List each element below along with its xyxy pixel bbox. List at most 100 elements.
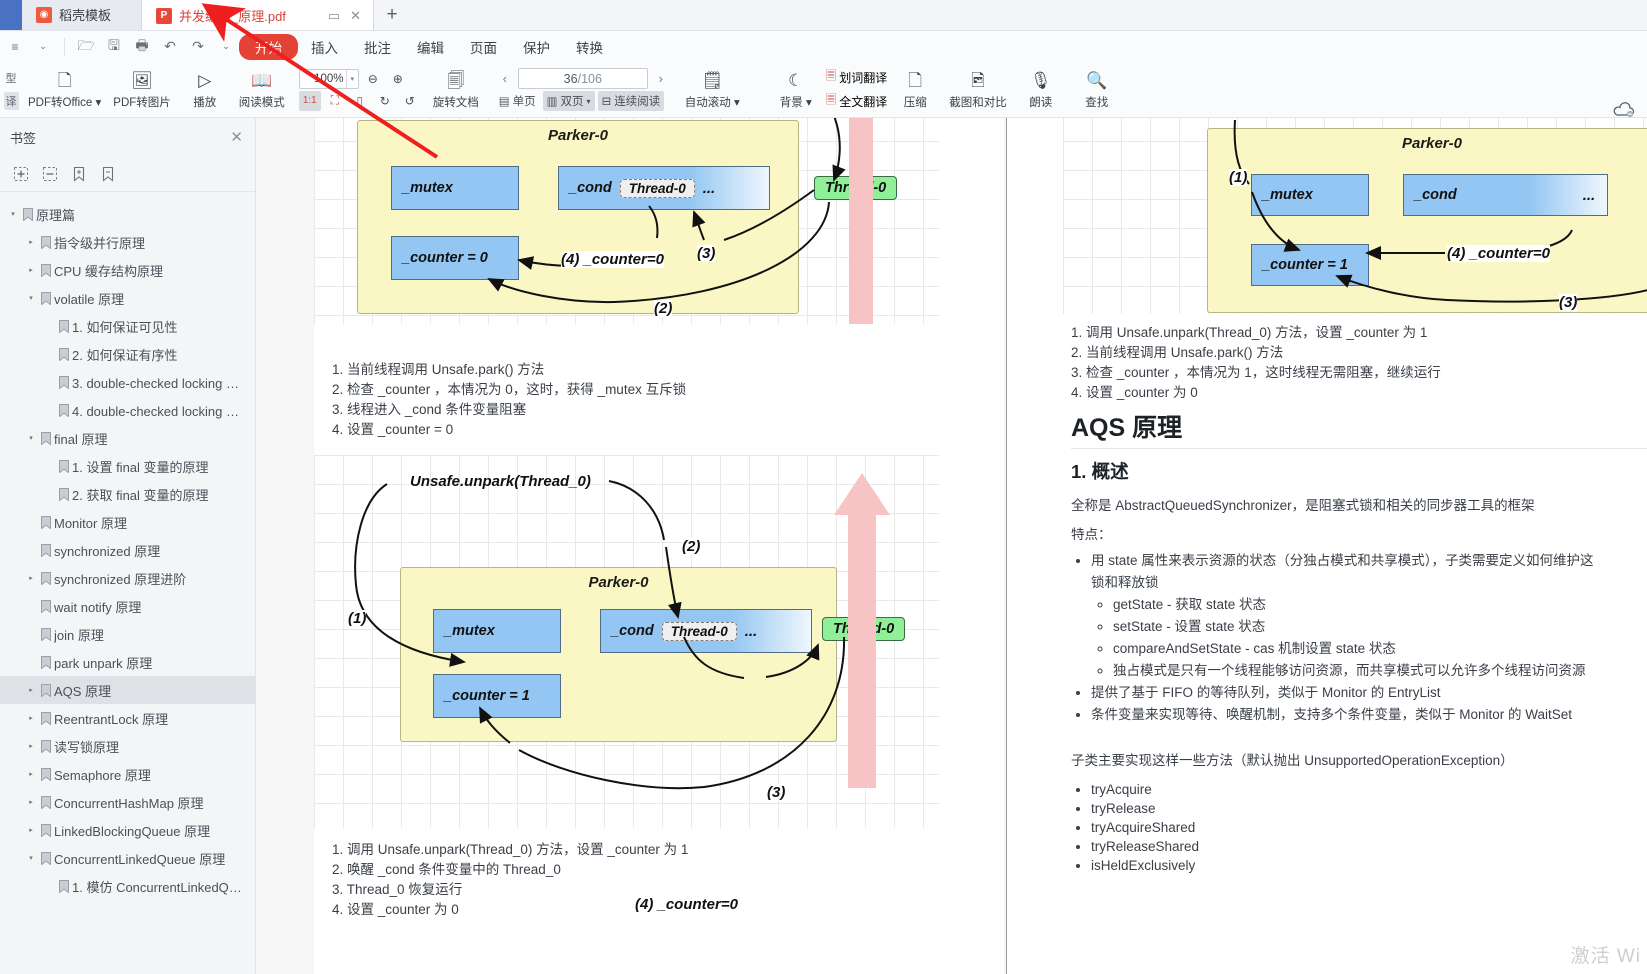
bookmark-item[interactable]: ▸ ReentrantLock 原理	[0, 704, 255, 732]
single-page-button[interactable]: ▤ 单页	[495, 91, 540, 111]
close-icon[interactable]: ✕	[230, 128, 243, 146]
add-bookmark-icon[interactable]	[70, 165, 87, 182]
page-number-input[interactable]: 36/106	[517, 68, 648, 89]
dual-page-caret-icon[interactable]: ▾	[587, 97, 591, 106]
delete-bookmark-icon[interactable]	[99, 165, 116, 182]
diagram1-anno-2: (2)	[654, 300, 673, 317]
bookmark-item[interactable]: ▾ 原理篇	[0, 200, 255, 228]
bookmark-item[interactable]: 3. double-checked locking 问题	[0, 368, 255, 396]
restore-icon[interactable]: ▭	[328, 9, 340, 22]
redo-icon[interactable]: ↷	[185, 35, 211, 59]
open-folder-icon[interactable]: 🗁	[73, 35, 99, 59]
chevron-right-icon[interactable]: ▸	[24, 742, 38, 750]
screenshot-compare-button[interactable]: 🖻 截图和对比	[943, 62, 1013, 118]
customize-caret-icon[interactable]: ⌄	[213, 35, 239, 59]
bookmark-item[interactable]: join 原理	[0, 620, 255, 648]
chevron-down-icon[interactable]: ▾	[24, 294, 38, 302]
bookmark-item[interactable]: ▸ 读写锁原理	[0, 732, 255, 760]
tab-template[interactable]: ◉ 稻壳模板	[22, 0, 142, 30]
step-line: 1. 调用 Unsafe.unpark(Thread_0) 方法，设置 _cou…	[332, 842, 689, 857]
tab-pdf-document[interactable]: P 并发编程_原理.pdf ▭ ✕	[142, 0, 374, 30]
menu-item-protect[interactable]: 保护	[510, 34, 563, 60]
play-button[interactable]: ▷ 播放	[177, 62, 233, 118]
chevron-down-icon[interactable]: ⌄	[30, 35, 56, 59]
next-page-button[interactable]: ›	[651, 68, 671, 89]
bookmark-item[interactable]: ▸ synchronized 原理进阶	[0, 564, 255, 592]
continuous-scroll-button[interactable]: ⊟ 连续阅读	[597, 91, 665, 111]
chevron-right-icon[interactable]: ▸	[24, 826, 38, 834]
bookmark-item[interactable]: wait notify 原理	[0, 592, 255, 620]
bookmark-item[interactable]: 2. 获取 final 变量的原理	[0, 480, 255, 508]
bookmark-item[interactable]: 1. 设置 final 变量的原理	[0, 452, 255, 480]
zoom-out-icon[interactable]: ⊖	[362, 69, 384, 89]
bookmark-item[interactable]: Monitor 原理	[0, 508, 255, 536]
dual-page-button[interactable]: ▥ 双页 ▾	[542, 91, 595, 111]
menu-item-start[interactable]: 开始	[239, 33, 298, 60]
compress-button[interactable]: 🗋 压缩	[887, 62, 943, 118]
save-icon[interactable]: 🖫	[101, 35, 127, 59]
menu-item-edit[interactable]: 编辑	[404, 34, 457, 60]
bookmark-item[interactable]: ▾ volatile 原理	[0, 284, 255, 312]
zoom-input[interactable]: 100% ▾	[298, 68, 359, 89]
chevron-right-icon[interactable]: ▸	[24, 798, 38, 806]
fit-page-button[interactable]: ⛶	[324, 91, 346, 111]
bookmark-item[interactable]: ▸ Semaphore 原理	[0, 760, 255, 788]
bookmark-item[interactable]: ▾ final 原理	[0, 424, 255, 452]
bookmark-item[interactable]: ▸ CPU 缓存结构原理	[0, 256, 255, 284]
bookmark-item[interactable]: synchronized 原理	[0, 536, 255, 564]
bookmark-icon	[56, 459, 72, 473]
background-button[interactable]: ☾ 背景 ▾	[768, 62, 824, 118]
chevron-down-icon[interactable]: ▾	[24, 434, 38, 442]
pdf-to-office-button[interactable]: 🗋 PDF转Office ▾	[22, 62, 107, 118]
bookmark-label: ReentrantLock 原理	[54, 711, 169, 727]
print-icon[interactable]: 🖶	[129, 35, 155, 59]
document-viewer[interactable]: Parker-0 _mutex _cond Thread-0 ... _coun…	[256, 118, 1647, 974]
full-translate-row[interactable]: 🗏 全文翻译	[826, 91, 887, 113]
bookmark-item[interactable]: ▸ ConcurrentHashMap 原理	[0, 788, 255, 816]
zoom-caret-icon[interactable]: ▾	[345, 69, 358, 88]
word-translate-row[interactable]: 🗏 划词翻译	[826, 67, 887, 89]
find-button[interactable]: 🔍 查找	[1069, 62, 1125, 118]
bookmark-item[interactable]: ▸ LinkedBlockingQueue 原理	[0, 816, 255, 844]
bookmark-list[interactable]: ▾ 原理篇 ▸ 指令级并行原理 ▸ CPU 缓存结构原理 ▾ volatile 原理 1. 如何…	[0, 192, 255, 974]
prev-page-button[interactable]: ‹	[495, 68, 515, 89]
bookmark-item[interactable]: 4. double-checked locking 解决	[0, 396, 255, 424]
rotate-cw-button[interactable]: ↻	[374, 91, 396, 111]
chevron-right-icon[interactable]: ▸	[24, 266, 38, 274]
bookmark-item[interactable]: park unpark 原理	[0, 648, 255, 676]
bookmark-item[interactable]: ▾ ConcurrentLinkedQueue 原理	[0, 844, 255, 872]
new-tab-button[interactable]: +	[374, 0, 410, 30]
bookmark-item[interactable]: ▸ AQS 原理	[0, 676, 255, 704]
menu-item-convert[interactable]: 转换	[563, 34, 616, 60]
bookmark-item[interactable]: 2. 如何保证有序性	[0, 340, 255, 368]
undo-icon[interactable]: ↶	[157, 35, 183, 59]
actual-size-button[interactable]: 1:1	[298, 90, 321, 111]
chevron-right-icon[interactable]: ▸	[24, 238, 38, 246]
menu-item-page[interactable]: 页面	[457, 34, 510, 60]
menu-item-insert[interactable]: 插入	[298, 34, 351, 60]
chevron-right-icon[interactable]: ▸	[24, 574, 38, 582]
read-mode-button[interactable]: 📖 阅读模式	[233, 62, 291, 118]
chevron-down-icon[interactable]: ▾	[24, 854, 38, 862]
chevron-right-icon[interactable]: ▸	[24, 714, 38, 722]
chevron-right-icon[interactable]: ▸	[24, 686, 38, 694]
auto-scroll-button[interactable]: 🗒 自动滚动 ▾	[679, 62, 746, 118]
fit-width-button[interactable]: ▯	[349, 91, 371, 111]
rotate-ccw-button[interactable]: ↺	[399, 91, 421, 111]
read-aloud-button[interactable]: 🎙 朗读	[1013, 62, 1069, 118]
bookmark-item[interactable]: 1. 如何保证可见性	[0, 312, 255, 340]
chevron-down-icon[interactable]: ▾	[6, 210, 20, 218]
zoom-in-icon[interactable]: ⊕	[387, 69, 409, 89]
method-item: isHeldExclusively	[1091, 856, 1471, 875]
bookmark-icon	[38, 599, 54, 613]
bookmark-item[interactable]: ▸ 指令级并行原理	[0, 228, 255, 256]
bookmark-item[interactable]: 1. 模仿 ConcurrentLinkedQueue	[0, 872, 255, 900]
continuous-scroll-icon: ⊟	[601, 96, 612, 108]
collapse-all-icon[interactable]	[41, 165, 58, 182]
close-icon[interactable]: ✕	[350, 9, 361, 22]
chevron-right-icon[interactable]: ▸	[24, 770, 38, 778]
rotate-doc-button[interactable]: 🗐 旋转文档	[427, 62, 485, 118]
pdf-to-image-button[interactable]: 🖼 PDF转图片	[107, 62, 177, 118]
expand-all-icon[interactable]	[12, 165, 29, 182]
menu-item-comment[interactable]: 批注	[351, 34, 404, 60]
